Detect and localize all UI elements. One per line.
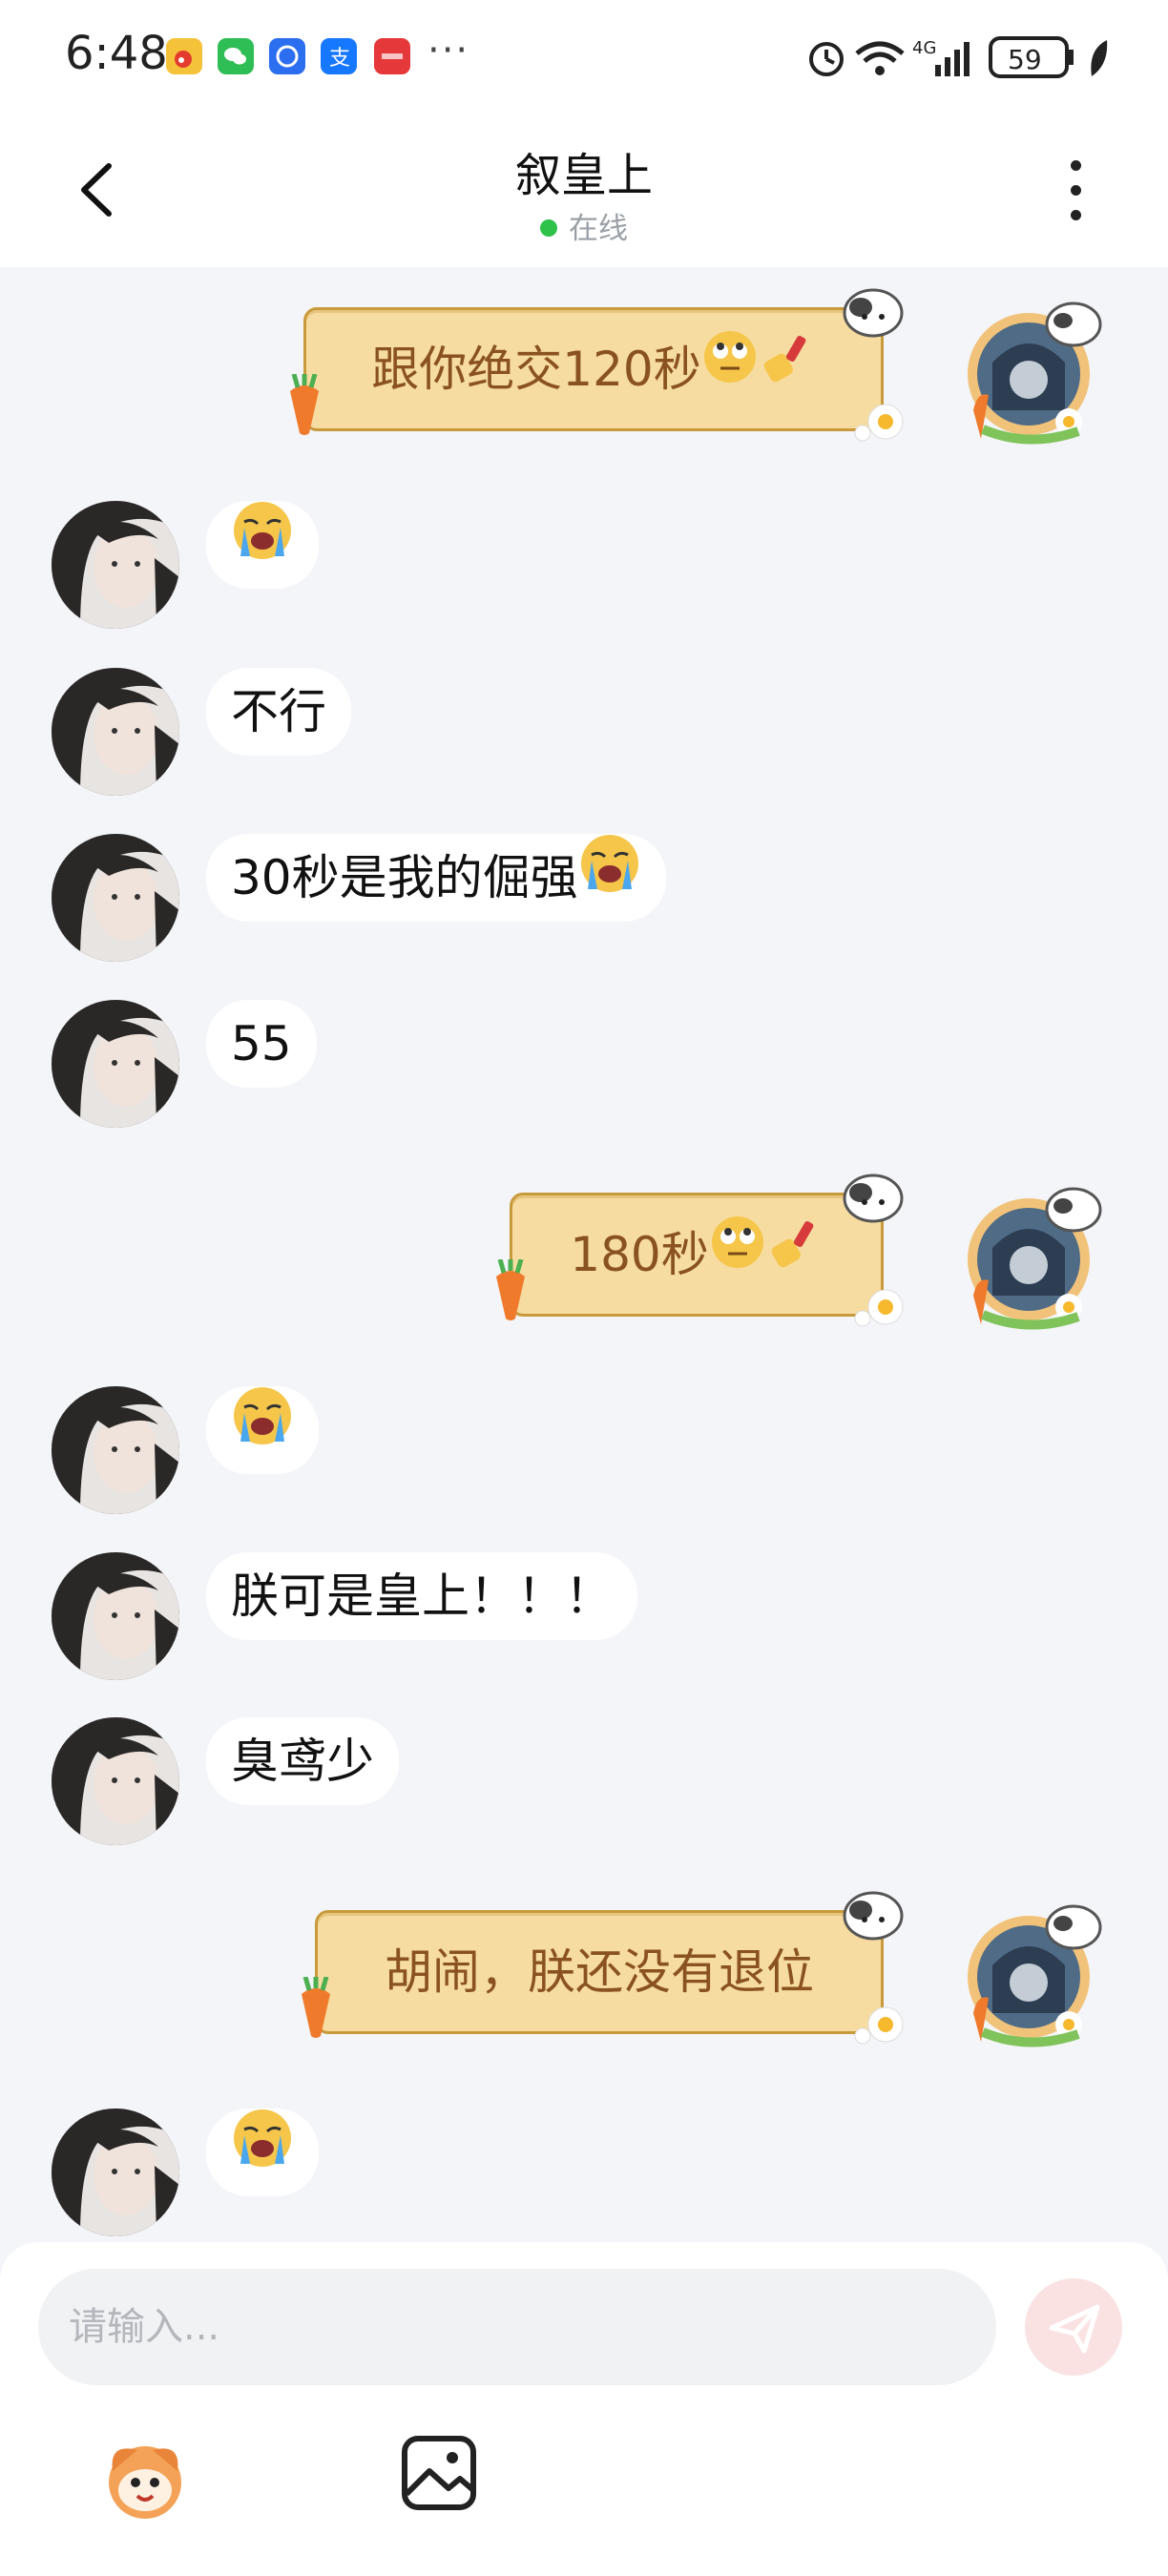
network-label: 4G	[912, 38, 936, 58]
contact-avatar[interactable]	[52, 1386, 179, 1514]
egg-sticker-icon	[854, 1289, 904, 1327]
alipay-icon: 支	[321, 38, 357, 74]
nail-polish-emoji-icon	[759, 307, 816, 431]
cat-sticker-icon	[843, 288, 904, 338]
message-input[interactable]: 请输入...	[38, 2269, 996, 2385]
message-bubble-left[interactable]: 朕可是皇上！！！	[206, 1552, 637, 1640]
crying-emoji-icon	[231, 499, 294, 590]
message-text: 胡闹，朕还没有退位	[385, 1944, 814, 2000]
composer: 请输入...	[0, 2242, 1168, 2576]
cat-sticker-icon	[843, 1174, 904, 1223]
message-row: 180秒	[0, 1174, 1168, 1343]
send-button[interactable]	[1025, 2278, 1122, 2376]
message-bubble-left[interactable]	[206, 1386, 319, 1474]
image-icon[interactable]	[399, 2433, 479, 2513]
chat-title: 叙皇上	[514, 149, 653, 202]
my-avatar[interactable]	[954, 296, 1107, 448]
message-row	[0, 2109, 1168, 2236]
egg-sticker-icon	[854, 2006, 904, 2045]
my-avatar[interactable]	[954, 1181, 1107, 1334]
emoji-mascot-icon[interactable]	[99, 2433, 191, 2524]
status-more: ···	[428, 29, 470, 73]
more-options-icon[interactable]	[1071, 160, 1082, 221]
message-bubble-left[interactable]: 臭鸢少	[206, 1717, 399, 1805]
contact-avatar[interactable]	[52, 2109, 179, 2236]
contact-avatar[interactable]	[52, 1552, 179, 1680]
contact-avatar[interactable]	[52, 834, 179, 962]
app-icon	[269, 38, 305, 74]
egg-sticker-icon	[854, 404, 904, 442]
carrot-sticker-icon	[496, 1259, 525, 1320]
eye-roll-emoji-icon	[709, 1193, 766, 1317]
huawei-icon	[374, 38, 410, 74]
online-dot-icon	[540, 218, 557, 237]
online-status-text: 在线	[569, 212, 628, 246]
wechat-icon	[218, 38, 254, 74]
contact-avatar[interactable]	[52, 1717, 179, 1845]
leaf-icon	[1091, 40, 1108, 76]
crying-emoji-icon	[578, 832, 641, 923]
message-text: 跟你绝交120秒	[371, 342, 701, 397]
message-text: 30秒是我的倔强	[231, 850, 578, 905]
send-icon	[1049, 2304, 1100, 2354]
message-row: 跟你绝交120秒	[0, 288, 1168, 458]
message-row: 不行	[0, 668, 1168, 796]
message-bubble-right[interactable]: 胡闹，朕还没有退位	[302, 1891, 904, 2045]
svg-text:支: 支	[329, 47, 350, 71]
message-bubble-left[interactable]: 30秒是我的倔强	[206, 834, 666, 922]
message-row	[0, 501, 1168, 629]
battery-icon: 59	[989, 36, 1074, 78]
svg-text:59: 59	[1008, 44, 1042, 75]
message-text: 朕可是皇上！！！	[231, 1568, 613, 1624]
message-bubble-right[interactable]: 跟你绝交120秒	[290, 288, 904, 442]
message-text: 180秒	[570, 1227, 709, 1282]
message-text: 不行	[231, 684, 326, 739]
status-time: 6:48	[65, 27, 168, 80]
wifi-icon	[855, 41, 905, 75]
weibo-icon	[166, 38, 202, 74]
contact-avatar[interactable]	[52, 501, 179, 629]
online-status: 在线	[0, 204, 1168, 247]
message-row: 30秒是我的倔强	[0, 834, 1168, 962]
message-row: 胡闹，朕还没有退位	[0, 1891, 1168, 2061]
message-bubble-left[interactable]	[206, 2109, 319, 2196]
message-bubble-left[interactable]	[206, 501, 319, 589]
signal-icon	[935, 42, 970, 76]
message-text: 臭鸢少	[231, 1734, 374, 1789]
message-row: 臭鸢少	[0, 1717, 1168, 1845]
message-row	[0, 1386, 1168, 1514]
eye-roll-emoji-icon	[701, 307, 759, 431]
alarm-icon	[809, 42, 844, 76]
message-bubble-left[interactable]: 不行	[206, 668, 351, 756]
input-placeholder: 请输入...	[69, 2305, 220, 2349]
my-avatar[interactable]	[954, 1899, 1107, 2051]
cat-sticker-icon	[843, 1891, 904, 1941]
message-row: 55	[0, 1000, 1168, 1128]
crying-emoji-icon	[231, 2107, 294, 2197]
message-text: 55	[231, 1016, 292, 1071]
message-bubble-left[interactable]: 55	[206, 1000, 317, 1088]
chat-header: 叙皇上 在线	[0, 113, 1168, 267]
crying-emoji-icon	[231, 1384, 294, 1475]
status-bar: 6:48 支 ··· 4G 59	[0, 0, 1168, 113]
message-bubble-right[interactable]: 180秒	[496, 1174, 904, 1327]
carrot-sticker-icon	[302, 1977, 330, 2038]
nail-polish-emoji-icon	[766, 1193, 824, 1317]
carrot-sticker-icon	[290, 374, 319, 435]
message-row: 朕可是皇上！！！	[0, 1552, 1168, 1680]
contact-avatar[interactable]	[52, 668, 179, 796]
contact-avatar[interactable]	[52, 1000, 179, 1128]
status-right-group: 4G 59	[805, 31, 1111, 84]
